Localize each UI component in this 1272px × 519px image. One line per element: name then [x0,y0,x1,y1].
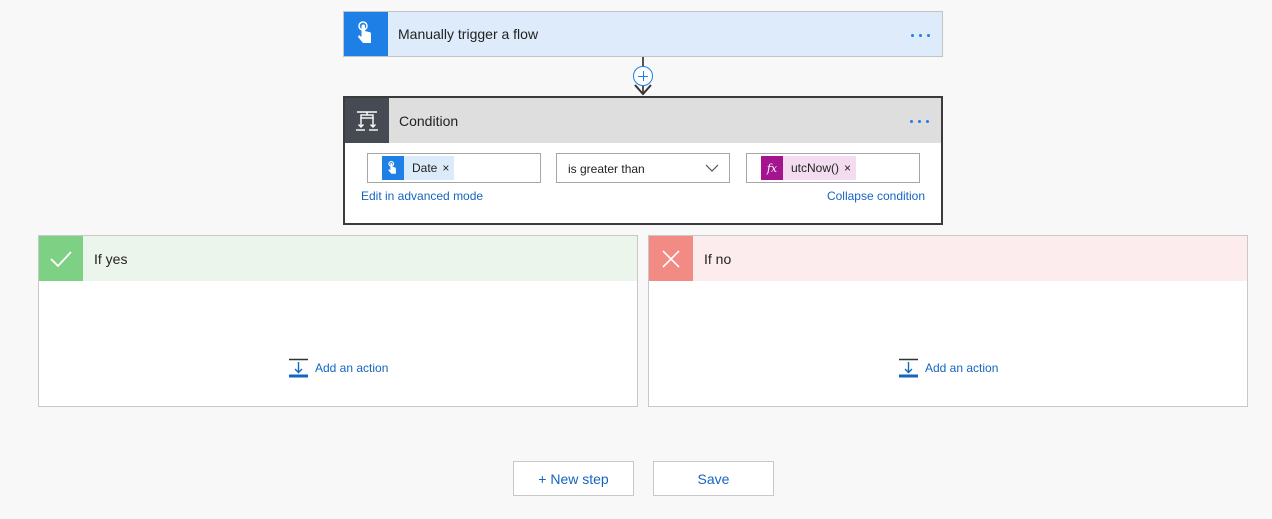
date-token-label: Date [404,156,443,180]
condition-right-operand-field[interactable]: fx utcNow() × [746,153,920,183]
condition-card: Condition Date × is greater than fx utcN… [343,96,943,225]
if-yes-title: If yes [94,251,128,267]
operator-value: is greater than [568,162,645,176]
edit-advanced-mode-link[interactable]: Edit in advanced mode [361,189,483,203]
condition-title: Condition [399,113,459,129]
if-no-header[interactable]: If no [649,236,1247,281]
function-icon: fx [761,156,783,180]
add-action-icon [899,358,918,378]
utcnow-token[interactable]: fx utcNow() × [761,156,857,180]
if-no-title: If no [704,251,732,267]
chevron-down-icon [705,164,719,172]
trigger-title: Manually trigger a flow [398,26,539,42]
condition-icon [345,98,389,143]
trigger-card[interactable]: Manually trigger a flow [343,11,943,57]
trigger-more-options-icon[interactable] [911,34,930,37]
add-action-icon [289,358,308,378]
operator-dropdown[interactable]: is greater than [556,153,730,183]
remove-token-icon[interactable]: × [442,156,455,180]
touch-icon [382,156,404,180]
remove-token-icon[interactable]: × [844,156,857,180]
close-x-icon [649,236,693,281]
condition-more-options-icon[interactable] [910,120,929,123]
insert-step-plus-icon[interactable] [633,66,653,86]
if-yes-branch: If yes Add an action [38,235,638,407]
add-action-button[interactable]: Add an action [898,358,998,378]
condition-header[interactable]: Condition [345,98,941,143]
if-no-branch: If no Add an action [648,235,1248,407]
add-action-label: Add an action [925,361,999,375]
add-action-label: Add an action [315,361,389,375]
save-button[interactable]: Save [653,461,774,496]
utcnow-token-label: utcNow() [783,156,845,180]
if-yes-header[interactable]: If yes [39,236,637,281]
touch-icon [344,12,388,56]
collapse-condition-link[interactable]: Collapse condition [827,189,925,203]
connector-arrow-icon [634,84,652,96]
date-token[interactable]: Date × [382,156,455,180]
condition-left-operand-field[interactable]: Date × [367,153,541,183]
checkmark-icon [39,236,83,281]
new-step-button[interactable]: + New step [513,461,634,496]
add-action-button[interactable]: Add an action [288,358,388,378]
